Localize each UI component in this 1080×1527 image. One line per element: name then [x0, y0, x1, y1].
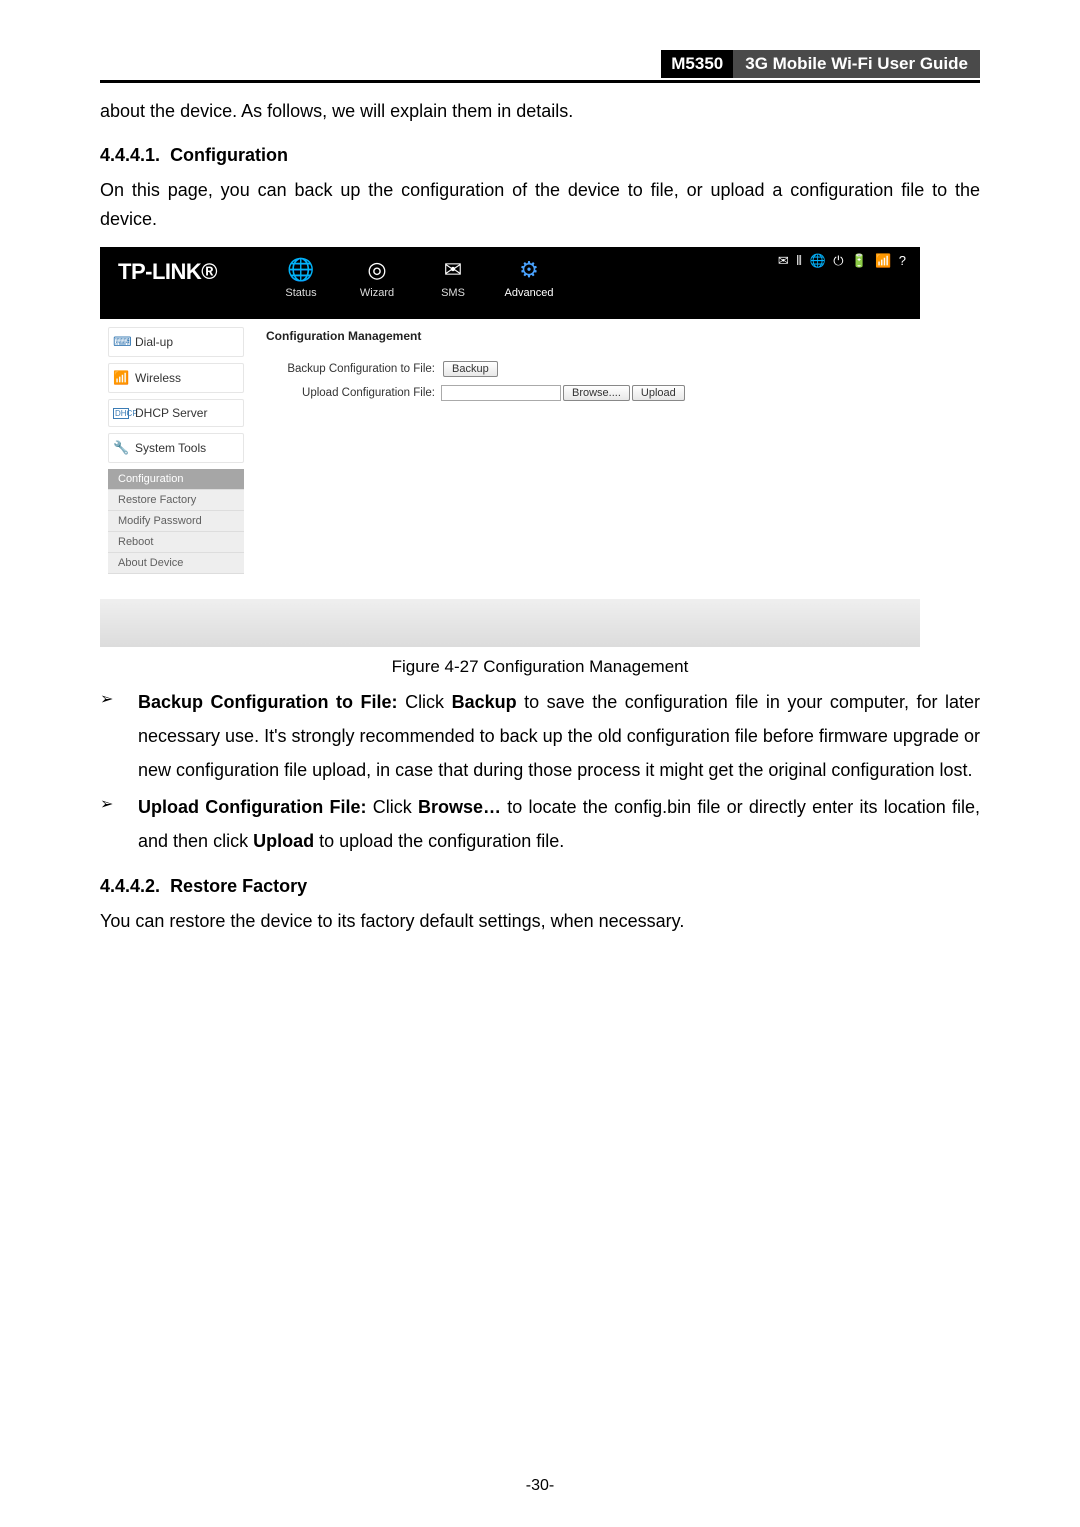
bullet-marker-icon: ➢: [100, 790, 138, 858]
wireless-icon: 📶: [113, 370, 129, 386]
submenu-about-device[interactable]: About Device: [108, 553, 244, 574]
bullet1-backup-word: Backup: [452, 692, 517, 712]
tab-advanced-label: Advanced: [500, 287, 558, 299]
submenu-modify-password[interactable]: Modify Password: [108, 511, 244, 532]
upload-label: Upload Configuration File:: [266, 387, 441, 399]
bullet2-end: to upload the configuration file.: [314, 831, 564, 851]
section-title: Restore Factory: [170, 876, 307, 896]
sliders-icon: ⚙: [500, 257, 558, 283]
submenu-restore-factory[interactable]: Restore Factory: [108, 490, 244, 511]
router-content-panel: Configuration Management Backup Configur…: [252, 319, 920, 599]
sidebar-item-label: DHCP Server: [135, 406, 207, 420]
tab-advanced[interactable]: ⚙ Advanced: [500, 257, 558, 299]
tab-sms[interactable]: ✉ SMS: [424, 257, 482, 299]
backup-label: Backup Configuration to File:: [266, 363, 441, 375]
intro-text: about the device. As follows, we will ex…: [100, 97, 980, 127]
bullet2-lead: Upload Configuration File:: [138, 797, 366, 817]
upload-file-field[interactable]: [441, 385, 561, 401]
section2-para: You can restore the device to its factor…: [100, 907, 980, 937]
section-title: Configuration: [170, 145, 288, 165]
sidebar-item-label: Dial-up: [135, 335, 173, 349]
section1-para: On this page, you can back up the config…: [100, 176, 980, 235]
sidebar-item-wireless[interactable]: 📶 Wireless: [108, 363, 244, 393]
wrench-icon: 🔧: [113, 440, 129, 456]
submenu-reboot[interactable]: Reboot: [108, 532, 244, 553]
sidebar-item-label: System Tools: [135, 441, 206, 455]
guide-title: 3G Mobile Wi-Fi User Guide: [733, 50, 980, 78]
router-ui-screenshot: TP-LINK® 🌐 Status ◎ Wizard ✉ SMS ⚙ Advan…: [100, 247, 920, 647]
sidebar-item-system-tools[interactable]: 🔧 System Tools: [108, 433, 244, 463]
bullet2-browse-word: Browse…: [418, 797, 501, 817]
dialup-icon: ⌨: [113, 334, 129, 350]
bullet-backup: ➢ Backup Configuration to File: Click Ba…: [100, 685, 980, 788]
router-topbar: TP-LINK® 🌐 Status ◎ Wizard ✉ SMS ⚙ Advan…: [100, 247, 920, 319]
section-heading-config: 4.4.4.1. Configuration: [100, 145, 980, 166]
bullet1-lead: Backup Configuration to File:: [138, 692, 398, 712]
section-number: 4.4.4.2.: [100, 876, 160, 896]
model-badge: M5350: [661, 50, 733, 78]
globe-icon: 🌐: [272, 257, 330, 283]
bullet1-click: Click: [398, 692, 452, 712]
browse-button[interactable]: Browse....: [563, 385, 630, 401]
tab-sms-label: SMS: [424, 287, 482, 299]
tab-status-label: Status: [272, 287, 330, 299]
upload-button[interactable]: Upload: [632, 385, 685, 401]
backup-button[interactable]: Backup: [443, 361, 498, 377]
router-footer: [100, 599, 920, 647]
tab-status[interactable]: 🌐 Status: [272, 257, 330, 299]
sidebar-item-dhcp[interactable]: DHCP DHCP Server: [108, 399, 244, 427]
bullet-upload: ➢ Upload Configuration File: Click Brows…: [100, 790, 980, 858]
tab-wizard[interactable]: ◎ Wizard: [348, 257, 406, 299]
page-number: -30-: [0, 1477, 1080, 1495]
page-header: M53503G Mobile Wi-Fi User Guide: [100, 50, 980, 83]
bullet2-upload-word: Upload: [253, 831, 314, 851]
dhcp-icon: DHCP: [113, 408, 129, 419]
section-heading-restore: 4.4.4.2. Restore Factory: [100, 876, 980, 897]
sidebar-item-dialup[interactable]: ⌨ Dial-up: [108, 327, 244, 357]
tab-wizard-label: Wizard: [348, 287, 406, 299]
panel-title: Configuration Management: [266, 329, 906, 343]
figure-caption: Figure 4-27 Configuration Management: [100, 657, 980, 677]
status-tray-icons: ✉ ⫴ 🌐 ⏻ 🔋 📶 ?: [778, 253, 908, 269]
tplink-logo: TP-LINK®: [118, 259, 217, 285]
sidebar-item-label: Wireless: [135, 371, 181, 385]
envelope-icon: ✉: [424, 257, 482, 283]
bullet2-click: Click: [366, 797, 418, 817]
section-number: 4.4.4.1.: [100, 145, 160, 165]
submenu-configuration[interactable]: Configuration: [108, 469, 244, 490]
bullet-list: ➢ Backup Configuration to File: Click Ba…: [100, 685, 980, 858]
target-icon: ◎: [348, 257, 406, 283]
bullet-marker-icon: ➢: [100, 685, 138, 788]
router-sidebar: ⌨ Dial-up 📶 Wireless DHCP DHCP Server 🔧 …: [100, 319, 252, 599]
